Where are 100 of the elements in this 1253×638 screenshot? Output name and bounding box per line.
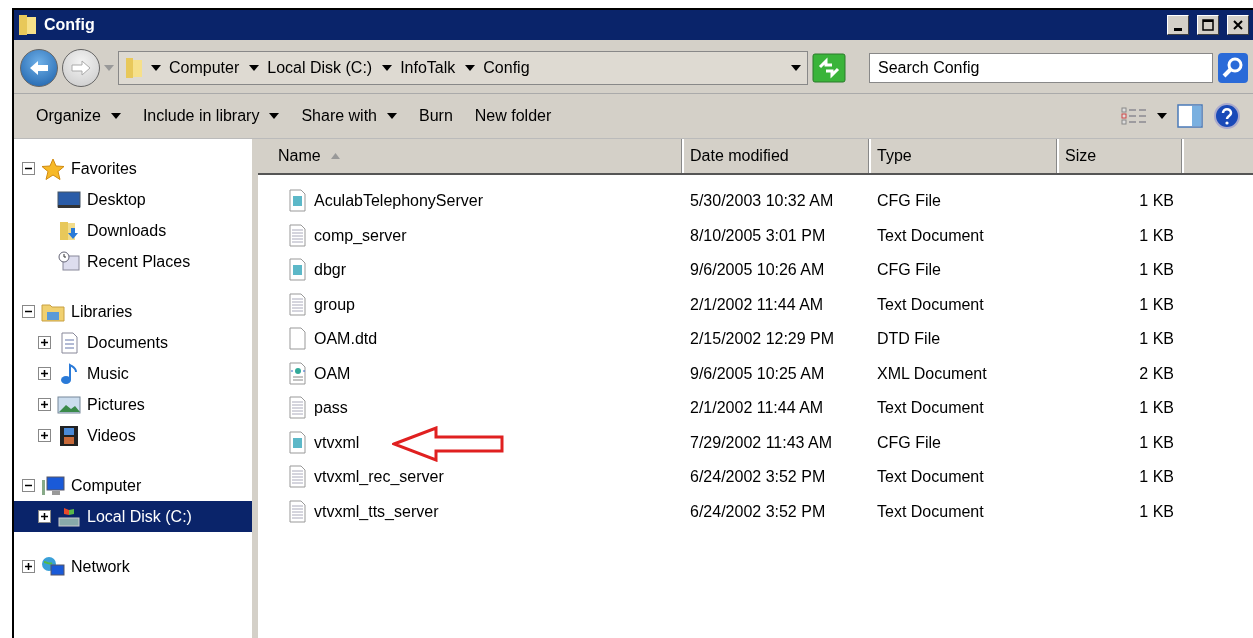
collapse-toggle[interactable] bbox=[22, 162, 35, 175]
address-bar[interactable]: Computer Local Disk (C:) InfoTalk Config bbox=[118, 51, 808, 85]
size-cell-text: 1 KB bbox=[1138, 261, 1175, 280]
file-name[interactable]: OAM.dtd bbox=[314, 330, 378, 349]
file-name[interactable]: comp_server bbox=[314, 226, 407, 245]
chevron-icon bbox=[249, 65, 260, 71]
text-file-icon bbox=[288, 223, 308, 248]
settings-file-icon bbox=[288, 189, 308, 214]
date-cell-text: 5/30/2003 10:32 AM bbox=[689, 192, 835, 211]
collapse-toggle[interactable] bbox=[22, 305, 35, 318]
size-cell-text: 1 KB bbox=[1138, 295, 1175, 314]
column-header[interactable]: Date modified bbox=[684, 139, 871, 173]
toolbar-button[interactable]: Share with bbox=[295, 103, 403, 129]
computer-icon bbox=[41, 474, 65, 497]
date-cell-text: 2/1/2002 11:44 AM bbox=[689, 399, 825, 418]
type-cell-text: Text Document bbox=[876, 502, 985, 521]
search-icon[interactable] bbox=[1217, 52, 1249, 84]
window-title: Config bbox=[44, 16, 96, 34]
type-cell-text: XML Document bbox=[876, 364, 988, 383]
sort-arrow-icon bbox=[330, 153, 340, 159]
type-cell-text: DTD File bbox=[876, 330, 942, 349]
xml-file-icon bbox=[288, 361, 308, 386]
collapse-toggle[interactable] bbox=[22, 479, 35, 492]
minimize-icon bbox=[1174, 27, 1182, 31]
tree-item[interactable]: Desktop bbox=[14, 184, 252, 215]
toolbar-button[interactable]: Organize bbox=[30, 103, 127, 129]
file-name[interactable]: pass bbox=[314, 399, 348, 418]
landscape-picture-icon bbox=[57, 393, 81, 416]
expand-toggle[interactable] bbox=[38, 429, 51, 442]
forward-button[interactable] bbox=[62, 49, 100, 87]
column-header[interactable]: Size bbox=[1059, 139, 1184, 173]
file-name[interactable]: dbgr bbox=[314, 261, 347, 280]
file-name[interactable]: vtvxml_tts_server bbox=[314, 502, 439, 521]
type-cell-text: CFG File bbox=[876, 192, 942, 211]
toolbar-button[interactable]: New folder bbox=[468, 103, 558, 129]
expand-toggle[interactable] bbox=[38, 367, 51, 380]
type-cell-text: Text Document bbox=[876, 226, 985, 245]
tree-item[interactable]: Favorites bbox=[14, 153, 252, 184]
breadcrumb[interactable]: Local Disk (C:) bbox=[247, 59, 375, 77]
right-arrow-icon bbox=[70, 59, 92, 77]
caret-icon bbox=[387, 113, 397, 119]
toolbar-button[interactable]: Include in library bbox=[136, 103, 286, 129]
file-name[interactable]: group bbox=[314, 295, 355, 314]
folder-icon bbox=[18, 14, 38, 36]
minimize-button[interactable] bbox=[1167, 15, 1189, 35]
text-file-icon bbox=[288, 465, 308, 490]
column-header[interactable]: Name bbox=[258, 139, 684, 173]
date-cell-text: 7/29/2002 11:43 AM bbox=[689, 433, 834, 452]
type-cell-text: Text Document bbox=[876, 399, 985, 418]
tree-item[interactable]: Videos bbox=[14, 420, 252, 451]
text-file-icon bbox=[288, 396, 308, 421]
date-cell-text: 2/15/2002 12:29 PM bbox=[689, 330, 836, 349]
tree-item[interactable]: Network bbox=[14, 551, 252, 582]
breadcrumb[interactable]: Computer bbox=[149, 59, 242, 77]
tree-item[interactable]: Recent Places bbox=[14, 246, 252, 277]
caret-icon bbox=[269, 113, 280, 119]
type-cell-text: CFG File bbox=[876, 261, 942, 280]
file-name[interactable]: AculabTelephonyServer bbox=[314, 192, 483, 211]
left-arrow-icon bbox=[28, 59, 50, 77]
preview-pane-icon[interactable] bbox=[1177, 104, 1203, 128]
column-header[interactable]: Type bbox=[871, 139, 1059, 173]
size-cell-text: 1 KB bbox=[1138, 192, 1175, 211]
tree-item[interactable]: Music bbox=[14, 358, 252, 389]
history-caret-icon bbox=[104, 65, 114, 71]
size-cell-text: 1 KB bbox=[1138, 468, 1175, 487]
chevron-icon bbox=[465, 65, 476, 71]
breadcrumb[interactable]: Config bbox=[463, 59, 532, 77]
tree-item[interactable]: Pictures bbox=[14, 389, 252, 420]
tree-item[interactable]: Documents bbox=[14, 327, 252, 358]
help-icon[interactable] bbox=[1213, 102, 1241, 130]
close-button[interactable] bbox=[1227, 15, 1249, 35]
date-cell-text: 8/10/2005 3:01 PM bbox=[689, 226, 827, 245]
file-name[interactable]: vtvxml_rec_server bbox=[314, 468, 444, 487]
tree-item[interactable]: Computer bbox=[14, 470, 252, 501]
toolbar-button[interactable]: Burn bbox=[413, 103, 459, 129]
view-caret-icon bbox=[1157, 113, 1167, 119]
globe-monitor-icon bbox=[41, 555, 65, 578]
tree-item[interactable]: Local Disk (C:) bbox=[14, 501, 252, 532]
maximize-button[interactable] bbox=[1197, 15, 1219, 35]
tree-item[interactable]: Libraries bbox=[14, 296, 252, 327]
expand-toggle[interactable] bbox=[38, 510, 51, 523]
breadcrumb[interactable]: InfoTalk bbox=[380, 59, 458, 77]
settings-file-icon bbox=[288, 430, 308, 455]
type-cell-text: Text Document bbox=[876, 468, 985, 487]
file-name[interactable]: vtvxml bbox=[314, 433, 360, 452]
monitor-icon bbox=[57, 188, 81, 211]
text-file-icon bbox=[288, 499, 308, 524]
settings-file-icon bbox=[288, 258, 308, 283]
expand-toggle[interactable] bbox=[38, 336, 51, 349]
back-button[interactable] bbox=[20, 49, 58, 87]
search-field[interactable]: Search Config bbox=[869, 53, 1213, 83]
size-cell-text: 2 KB bbox=[1138, 364, 1175, 383]
type-cell-text: Text Document bbox=[876, 295, 985, 314]
chevron-icon bbox=[151, 65, 161, 71]
expand-toggle[interactable] bbox=[38, 398, 51, 411]
refresh-button[interactable] bbox=[812, 53, 846, 83]
tree-item[interactable]: Downloads bbox=[14, 215, 252, 246]
caret-icon bbox=[110, 113, 121, 119]
file-name[interactable]: OAM bbox=[314, 364, 351, 383]
expand-toggle[interactable] bbox=[22, 560, 35, 573]
